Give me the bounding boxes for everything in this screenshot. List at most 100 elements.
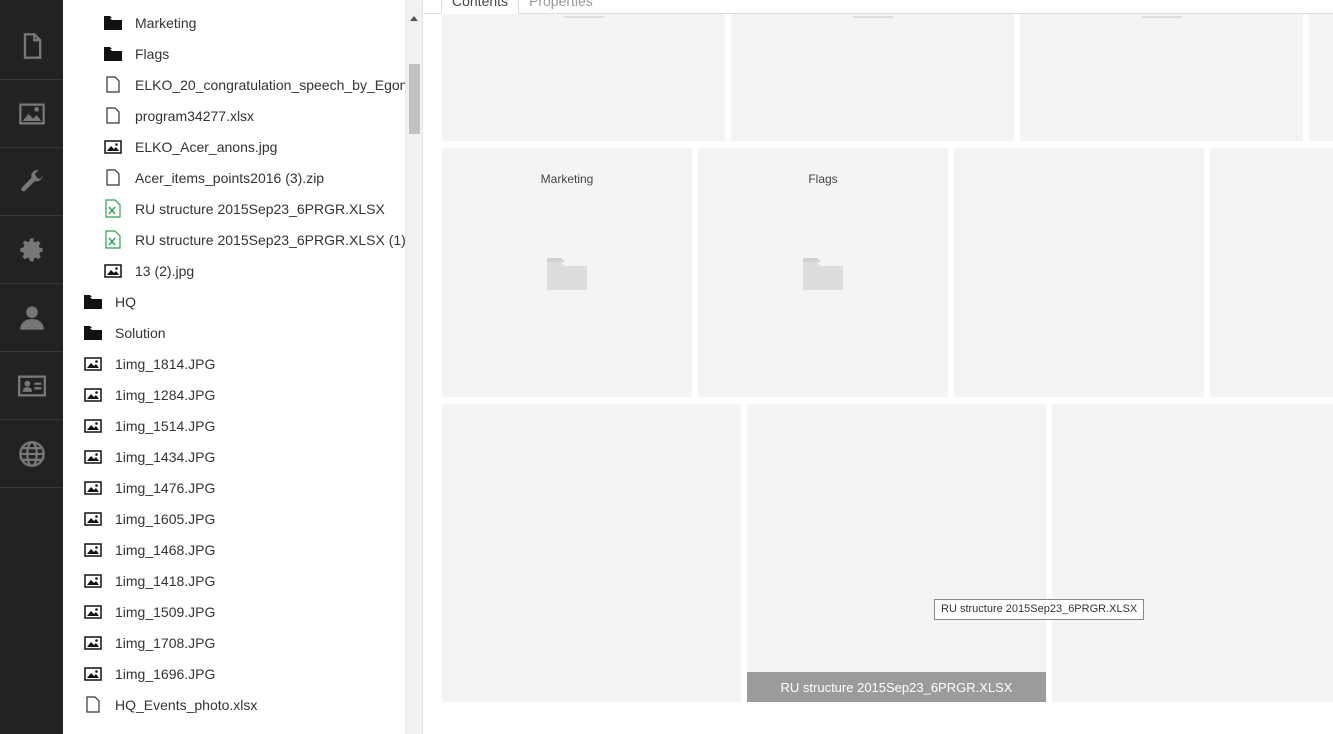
tree-folder-item[interactable]: Solution	[83, 317, 166, 348]
tree-item-label: 13 (2).jpg	[135, 262, 195, 279]
tree-file-item[interactable]: 1img_1514.JPG	[83, 410, 215, 441]
excel-icon	[103, 199, 123, 218]
image-icon	[83, 449, 103, 465]
contact-card-icon	[17, 375, 46, 396]
file-icon	[103, 107, 123, 124]
file-icon	[103, 76, 123, 93]
tree-file-item[interactable]: 1img_1284.JPG	[83, 379, 215, 410]
tree-folder-item[interactable]: Flags	[103, 38, 169, 69]
image-icon	[18, 103, 45, 124]
folder-tile-flags[interactable]: Flags	[698, 148, 948, 397]
tree-folder-item[interactable]: HQ	[83, 286, 136, 317]
tree-file-item[interactable]: 13 (2).jpg	[103, 255, 194, 286]
image-icon	[83, 666, 103, 682]
tree-file-item[interactable]: HQ_Events_photo.xlsx	[83, 689, 257, 720]
tree-file-item[interactable]: 1img_1814.JPG	[83, 348, 215, 379]
tree-file-item[interactable]: program34277.xlsx	[103, 100, 254, 131]
media-tile[interactable]	[954, 148, 1204, 397]
excel-icon	[103, 230, 123, 249]
image-icon	[103, 139, 123, 155]
tree-item-label: 1img_1509.JPG	[115, 603, 216, 620]
tree-item-label: 1img_1434.JPG	[115, 448, 216, 465]
tree-file-item[interactable]: ELKO_20_congratulation_speech_by_Egon	[103, 69, 405, 100]
tree-scrollbar[interactable]	[405, 0, 422, 734]
image-icon	[83, 573, 103, 589]
main-nav-rail	[0, 0, 63, 734]
wrench-icon	[20, 169, 42, 191]
tree-file-item[interactable]: RU structure 2015Sep23_6PRGR.XLSX	[103, 193, 385, 224]
tab-properties[interactable]: Properties	[519, 0, 603, 14]
folder-icon	[103, 46, 123, 62]
tile-caption: RU structure 2015Sep23_6PRGR.XLSX	[747, 672, 1046, 702]
scroll-up-arrow-icon[interactable]	[410, 16, 418, 21]
tree-file-item[interactable]: 1img_1434.JPG	[83, 441, 215, 472]
tree-item-label: ELKO_Acer_anons.jpg	[135, 138, 278, 155]
tree-item-label: 1img_1418.JPG	[115, 572, 216, 589]
file-icon	[83, 696, 103, 713]
media-tile[interactable]	[442, 14, 725, 141]
tree-item-label: Solution	[115, 324, 166, 341]
rail-item-settings[interactable]	[0, 148, 63, 216]
tree-item-label: 1img_1605.JPG	[115, 510, 216, 527]
rail-item-media[interactable]	[0, 80, 63, 148]
rail-item-translation[interactable]	[0, 420, 63, 488]
tree-folder-item[interactable]: Marketing	[103, 7, 196, 38]
tree-file-item[interactable]: 1img_1468.JPG	[83, 534, 215, 565]
media-tile[interactable]	[1309, 14, 1333, 141]
rail-item-users[interactable]	[0, 284, 63, 352]
tree-file-item[interactable]: 1img_1476.JPG	[83, 472, 215, 503]
media-grid: Marketing Flags RU structure 2015Sep23_6…	[440, 14, 1333, 714]
folder-icon	[803, 258, 843, 290]
tile-handle	[563, 16, 604, 18]
tree-file-item[interactable]: 1img_1708.JPG	[83, 627, 215, 658]
tree-item-label: 1img_1476.JPG	[115, 479, 216, 496]
tree-file-item[interactable]: 1img_1605.JPG	[83, 503, 215, 534]
media-tile[interactable]	[731, 14, 1014, 141]
tree-item-label: program34277.xlsx	[135, 107, 255, 124]
tree-file-item[interactable]: RU structure 2015Sep23_6PRGR.XLSX (1)	[103, 224, 405, 255]
tile-handle	[1141, 16, 1182, 18]
tree-item-label: ELKO_20_congratulation_speech_by_Egon	[135, 76, 405, 93]
tree-item-label: 1img_1814.JPG	[115, 355, 216, 372]
user-icon	[19, 305, 44, 330]
image-icon	[83, 480, 103, 496]
tile-handle	[852, 16, 893, 18]
tree-item-label: Acer_items_points2016 (3).zip	[135, 169, 325, 186]
rail-item-developer[interactable]	[0, 216, 63, 284]
folder-icon	[83, 294, 103, 310]
tree-item-label: HQ_Events_photo.xlsx	[115, 696, 258, 713]
globe-icon	[18, 440, 45, 467]
folder-icon	[547, 258, 587, 290]
media-tile[interactable]	[1210, 148, 1333, 397]
tree-file-item[interactable]: 1img_1696.JPG	[83, 658, 215, 689]
image-icon	[83, 604, 103, 620]
tree-file-item[interactable]: Acer_items_points2016 (3).zip	[103, 162, 324, 193]
folder-tile-marketing[interactable]: Marketing	[442, 148, 692, 397]
hover-tooltip: RU structure 2015Sep23_6PRGR.XLSX	[934, 599, 1145, 620]
tree-item-label: 1img_1696.JPG	[115, 665, 216, 682]
media-content-panel: Contents Properties Marketing Flags RU s…	[423, 0, 1333, 734]
tree-item-label: RU structure 2015Sep23_6PRGR.XLSX (1)	[135, 231, 405, 248]
tree-file-item[interactable]: 1img_1418.JPG	[83, 565, 215, 596]
media-tile[interactable]	[1052, 404, 1333, 702]
media-tile[interactable]	[442, 404, 741, 702]
folder-tile-title: Marketing	[540, 172, 594, 186]
scrollbar-thumb[interactable]	[409, 64, 420, 134]
document-icon	[23, 32, 41, 59]
tree-item-label: 1img_1284.JPG	[115, 386, 216, 403]
content-tabs: Contents Properties	[423, 0, 1333, 14]
media-tile[interactable]	[1020, 14, 1303, 141]
media-tile-hovered[interactable]: RU structure 2015Sep23_6PRGR.XLSX	[747, 404, 1046, 702]
rail-item-content[interactable]	[0, 12, 63, 80]
tree-file-item[interactable]: ELKO_Acer_anons.jpg	[103, 131, 277, 162]
image-icon	[83, 418, 103, 434]
rail-item-members[interactable]	[0, 352, 63, 420]
tree-file-item[interactable]: 1img_1509.JPG	[83, 596, 215, 627]
tree-item-label: 1img_1708.JPG	[115, 634, 216, 651]
image-icon	[103, 263, 123, 279]
tree-item-label: Flags	[135, 45, 170, 62]
tree-item-label: Marketing	[135, 14, 197, 31]
tree-item-label: HQ	[115, 293, 136, 310]
tab-contents[interactable]: Contents	[441, 0, 520, 14]
folder-icon	[103, 15, 123, 31]
